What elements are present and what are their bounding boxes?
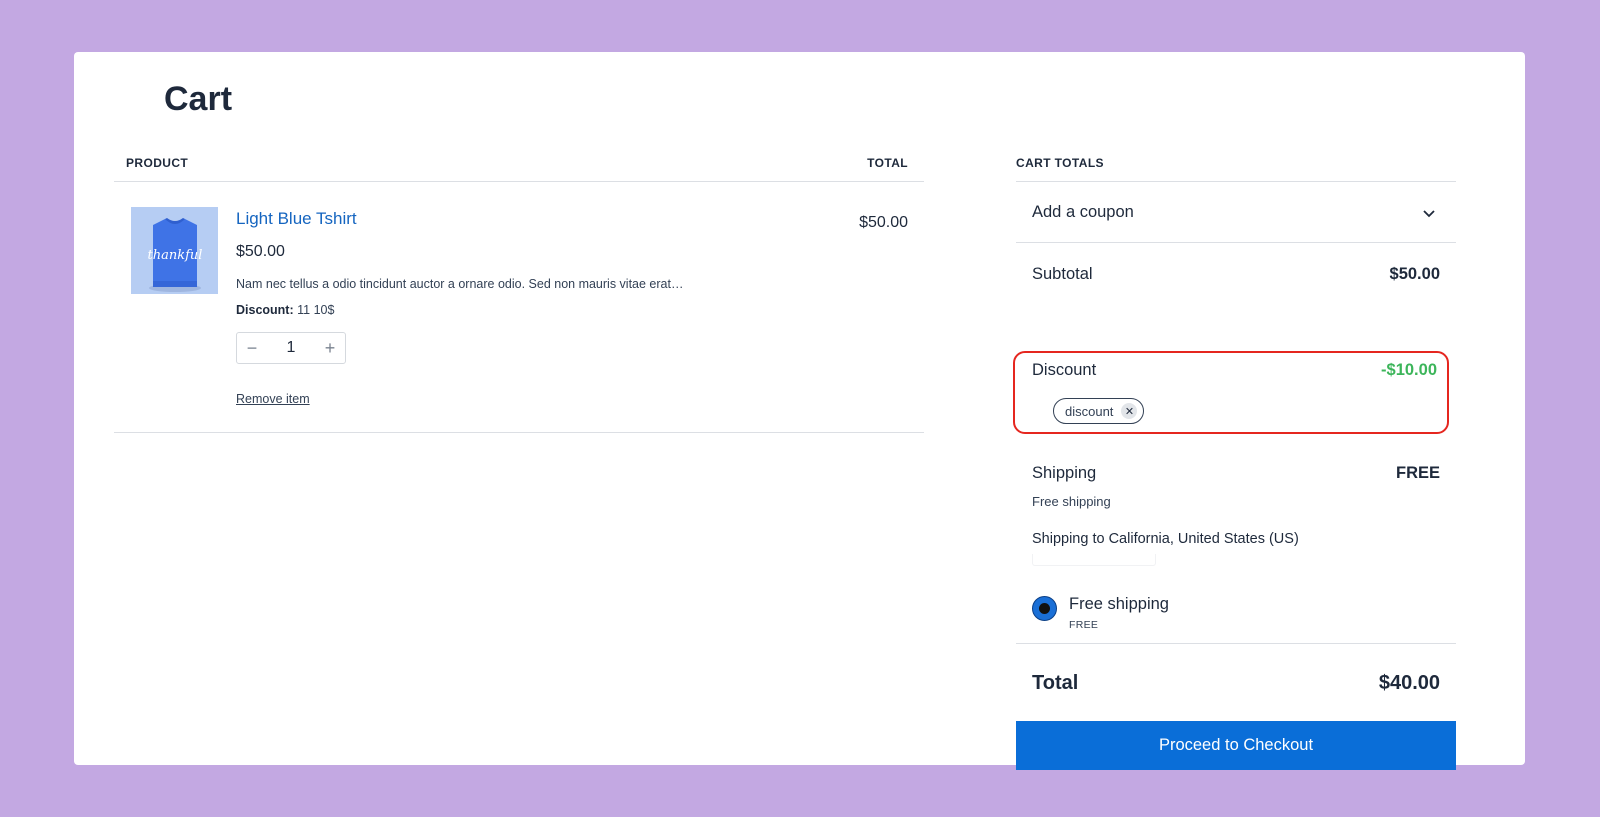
cart-totals-header: CART TOTALS — [1016, 144, 1456, 182]
chevron-down-icon — [1423, 210, 1435, 218]
proceed-to-checkout-button[interactable]: Proceed to Checkout — [1016, 721, 1456, 770]
shipping-method: Free shipping — [1032, 494, 1111, 509]
shipping-option-price: FREE — [1069, 619, 1099, 631]
shipping-label: Shipping — [1032, 464, 1097, 482]
coupon-label: Add a coupon — [1032, 203, 1134, 221]
product-description: Nam nec tellus a odio tincidunt auctor a… — [236, 277, 684, 291]
plus-icon[interactable]: + — [315, 333, 345, 363]
products-table: PRODUCT TOTAL thankful Light Blue Tshirt… — [114, 144, 924, 433]
total-value: $40.00 — [1378, 672, 1440, 694]
tshirt-image[interactable]: thankful — [131, 207, 218, 294]
subtotal-row: Subtotal $50.00 — [1016, 243, 1456, 299]
discount-row-highlight: Discount -$10.00 discount ✕ — [1013, 351, 1449, 434]
shipping-value: FREE — [1395, 464, 1440, 482]
subtotal-label: Subtotal — [1032, 265, 1093, 283]
subtotal-value: $50.00 — [1389, 265, 1440, 283]
cart-card: Cart PRODUCT TOTAL thankful Light Blue T… — [74, 52, 1525, 770]
tshirt-icon: thankful — [131, 207, 218, 294]
product-name-link[interactable]: Light Blue Tshirt — [236, 209, 357, 229]
discount-value: -$10.00 — [1381, 361, 1437, 379]
shipping-option-radio[interactable] — [1032, 596, 1057, 621]
close-icon[interactable]: ✕ — [1121, 403, 1138, 419]
row-total: $50.00 — [859, 214, 908, 231]
product-discount: Discount: 11 10$ — [236, 303, 334, 317]
products-table-header: PRODUCT TOTAL — [114, 144, 924, 182]
shipping-destination: Shipping to California, United States (U… — [1032, 531, 1299, 547]
shipping-calculator-field[interactable] — [1032, 554, 1156, 566]
product-discount-value: 11 10$ — [297, 303, 335, 317]
shipping-section: Shipping FREE Free shipping Shipping to … — [1016, 444, 1456, 644]
remove-item-link[interactable]: Remove item — [236, 392, 310, 406]
discount-label: Discount — [1032, 361, 1097, 379]
minus-icon[interactable]: − — [237, 333, 267, 363]
product-price: $50.00 — [236, 243, 285, 260]
header-product: PRODUCT — [126, 156, 189, 170]
cart-totals: CART TOTALS Add a coupon Subtotal $50.00… — [1013, 144, 1456, 770]
total-row: Total $40.00 — [1016, 654, 1456, 710]
shipping-option-name[interactable]: Free shipping — [1069, 595, 1169, 614]
header-total: TOTAL — [867, 156, 908, 170]
total-label: Total — [1032, 672, 1079, 694]
coupon-chip: discount ✕ — [1053, 398, 1145, 424]
page-title: Cart — [164, 80, 233, 118]
table-row: thankful Light Blue Tshirt $50.00 Nam ne… — [114, 182, 924, 433]
quantity-value[interactable]: 1 — [287, 339, 296, 357]
coupon-toggle[interactable]: Add a coupon — [1016, 182, 1456, 243]
quantity-stepper: − 1 + — [236, 332, 346, 364]
tshirt-print-text: thankful — [148, 248, 203, 263]
product-discount-label: Discount: — [236, 303, 294, 317]
coupon-chip-label: discount — [1065, 403, 1114, 419]
